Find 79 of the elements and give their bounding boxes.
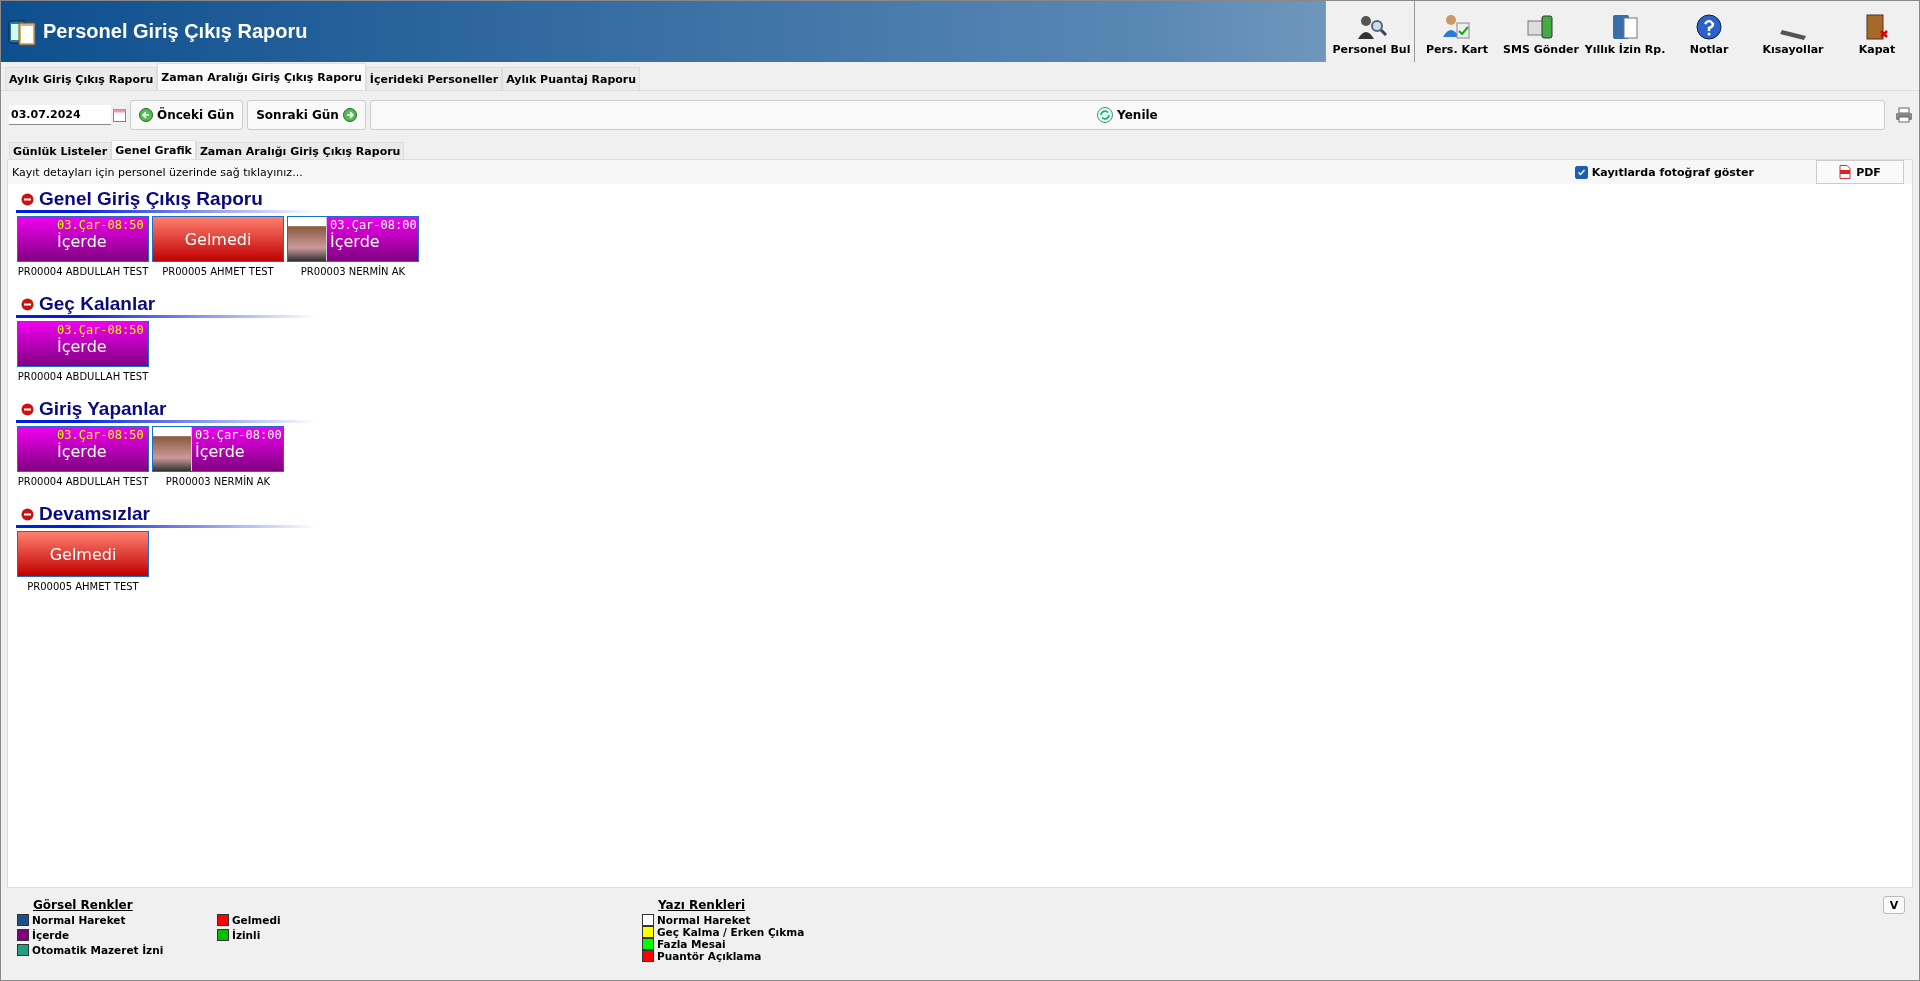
toolbar-button[interactable]: SMS Gönder [1499,1,1583,62]
hint-text: Kayıt detayları için personel üzerinde sağ tıklayınız... [12,165,304,179]
people-magnifier-icon [1356,13,1387,41]
pdf-file-icon [1839,165,1852,179]
employee-card[interactable]: 03.Çar-08:00 İçerde [152,426,284,472]
legend-label: Normal Hareket [32,914,126,926]
left-arrow-icon [139,108,153,122]
toolbar-button[interactable]: Yıllık İzin Rp. [1583,1,1667,62]
employee-card[interactable]: Gelmedi [17,531,149,577]
section-title: Genel Giriş Çıkış Raporu [39,188,263,210]
printer-icon[interactable] [1895,107,1913,123]
legend-label: Normal Hareket [657,914,751,926]
tab[interactable]: Zaman Aralığı Giriş Çıkış Raporu [157,63,366,90]
employee-name: PR00004 ABDULLAH TEST [17,476,149,487]
employee-name: PR00003 NERMİN AK [165,476,271,487]
legend-label: Puantör Açıklama [657,950,762,962]
refresh-icon [1097,107,1114,123]
employee-name: PR00004 ABDULLAH TEST [17,371,149,382]
status-text: İçerde [195,442,245,461]
section-title: Giriş Yapanlar [39,398,167,420]
status-text: Gelmedi [49,544,117,564]
date-field[interactable]: 03.07.2024 [9,105,111,125]
employee-name: PR00005 AHMET TEST [162,266,274,277]
section-title: Devamsızlar [39,503,150,525]
legend-label: İzinli [232,929,261,941]
status-text: Gelmedi [184,229,252,249]
employee-card[interactable]: 03.Çar-08:50 İçerde [17,321,149,367]
time-text: 03.Çar-08:50 [57,218,144,232]
next-day-button[interactable]: Sonraki Gün [247,100,366,130]
calendar-icon [113,108,126,122]
employee-card[interactable]: 03.Çar-08:00 İçerde [287,216,419,262]
tab[interactable]: Zaman Aralığı Giriş Çıkış Raporu [195,142,405,159]
tab[interactable]: İçerideki Personeller [365,67,503,90]
status-text: İçerde [57,442,107,461]
employee-card[interactable]: 03.Çar-08:50 İçerde [17,216,149,262]
collapse-button[interactable]: V [1883,896,1905,914]
employee-card[interactable]: Gelmedi [152,216,284,262]
collapse-icon[interactable] [21,297,34,311]
checkbox[interactable] [1574,165,1588,179]
legend-label: Otomatik Mazeret İzni [32,944,164,956]
status-text: İçerde [330,232,380,251]
employee-name: PR00004 ABDULLAH TEST [17,266,149,277]
legend-title: Görsel Renkler [32,898,134,912]
tab[interactable]: Aylık Puantaj Raporu [502,67,641,90]
toolbar-button[interactable]: Personel Bul [1329,1,1415,62]
photo-placeholder [288,217,327,261]
status-text: İçerde [57,337,107,356]
help-icon [1694,13,1724,41]
employee-name: PR00003 NERMİN AK [300,266,406,277]
time-text: 03.Çar-08:50 [57,323,144,337]
tab[interactable]: Genel Grafik [111,140,196,159]
photo-placeholder [153,427,192,471]
collapse-icon[interactable] [21,192,34,206]
toolbar-button[interactable]: Notlar [1667,1,1751,62]
status-text: İçerde [57,232,107,251]
window-title: Personel Giriş Çıkış Raporu [43,20,308,43]
toolbar-button[interactable]: Kısayollar [1751,1,1835,62]
collapse-icon[interactable] [21,507,34,521]
toolbar-button[interactable]: Kapat [1835,1,1919,62]
previous-day-button[interactable]: Önceki Gün [130,100,244,130]
legend-label: Fazla Mesai [657,938,726,950]
people-check-icon [1442,13,1472,41]
time-text: 03.Çar-08:00 [195,428,282,442]
toolbar-button[interactable]: Pers. Kart [1415,1,1499,62]
time-text: 03.Çar-08:00 [330,218,417,232]
section-title: Geç Kalanlar [39,293,156,315]
collapse-icon[interactable] [21,402,34,416]
checkmark-icon [1576,167,1586,177]
legend-label: Gelmedi [232,914,281,926]
employee-card[interactable]: 03.Çar-08:50 İçerde [17,426,149,472]
employee-name: PR00005 AHMET TEST [27,581,139,592]
pdf-button[interactable]: PDF [1816,160,1904,184]
time-text: 03.Çar-08:50 [57,428,144,442]
refresh-button[interactable]: Yenile [369,100,1885,130]
legend-label: Geç Kalma / Erken Çıkma [657,926,805,938]
tab[interactable]: Aylık Giriş Çıkış Raporu [5,67,158,90]
legend-label: İçerde [32,929,70,941]
tab[interactable]: Günlük Listeler [9,142,112,159]
legend-title: Yazı Renkleri [657,898,747,912]
